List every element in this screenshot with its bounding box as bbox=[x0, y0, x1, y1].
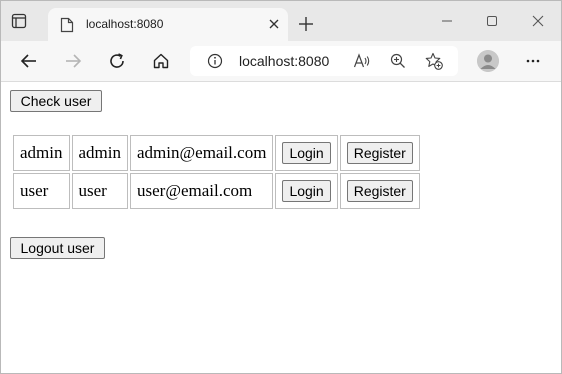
password-cell: admin bbox=[71, 135, 128, 171]
forward-arrow-icon[interactable] bbox=[64, 52, 82, 70]
login-cell: Login bbox=[275, 135, 338, 171]
address-bar[interactable]: localhost:8080 bbox=[190, 46, 458, 76]
add-favorite-icon[interactable] bbox=[425, 52, 443, 70]
home-icon[interactable] bbox=[152, 52, 170, 70]
tab-actions-icon[interactable] bbox=[11, 13, 27, 29]
password-cell: user bbox=[71, 173, 128, 209]
tab-title: localhost:8080 bbox=[86, 17, 164, 31]
email-cell: user@email.com bbox=[130, 173, 274, 209]
more-menu-icon[interactable] bbox=[525, 53, 541, 69]
register-button[interactable]: Register bbox=[346, 180, 413, 202]
info-icon[interactable] bbox=[207, 53, 223, 69]
table-row: user user user@email.com Login Register bbox=[13, 173, 420, 209]
users-table: admin admin admin@email.com Login Regist… bbox=[11, 133, 422, 211]
page-content: Check user admin admin admin@email.com L… bbox=[1, 82, 561, 373]
browser-toolbar: localhost:8080 bbox=[1, 41, 561, 82]
close-icon[interactable] bbox=[268, 18, 280, 30]
address-text[interactable]: localhost:8080 bbox=[239, 53, 329, 69]
register-button[interactable]: Register bbox=[346, 142, 413, 164]
avatar-silhouette-icon bbox=[477, 50, 499, 72]
profile-icon[interactable] bbox=[477, 50, 499, 72]
name-cell: user bbox=[13, 173, 70, 209]
reload-icon[interactable] bbox=[108, 52, 126, 70]
check-user-button[interactable]: Check user bbox=[10, 90, 102, 112]
login-button[interactable]: Login bbox=[282, 180, 331, 202]
minimize-icon[interactable] bbox=[440, 14, 454, 28]
plus-icon[interactable] bbox=[298, 16, 314, 32]
email-cell: admin@email.com bbox=[130, 135, 274, 171]
title-bar: localhost:8080 bbox=[1, 1, 561, 41]
close-icon[interactable] bbox=[531, 14, 545, 28]
register-cell: Register bbox=[339, 173, 420, 209]
page-icon bbox=[60, 17, 74, 33]
back-arrow-icon[interactable] bbox=[20, 52, 38, 70]
maximize-icon[interactable] bbox=[485, 14, 499, 28]
register-cell: Register bbox=[339, 135, 420, 171]
zoom-icon[interactable] bbox=[390, 53, 406, 69]
read-aloud-icon[interactable] bbox=[353, 53, 371, 69]
browser-tab[interactable]: localhost:8080 bbox=[48, 8, 288, 41]
name-cell: admin bbox=[13, 135, 70, 171]
login-cell: Login bbox=[275, 173, 338, 209]
table-row: admin admin admin@email.com Login Regist… bbox=[13, 135, 420, 171]
login-button[interactable]: Login bbox=[282, 142, 331, 164]
logout-user-button[interactable]: Logout user bbox=[10, 237, 105, 259]
browser-window: localhost:8080 localhost:8080 Check user… bbox=[0, 0, 562, 374]
